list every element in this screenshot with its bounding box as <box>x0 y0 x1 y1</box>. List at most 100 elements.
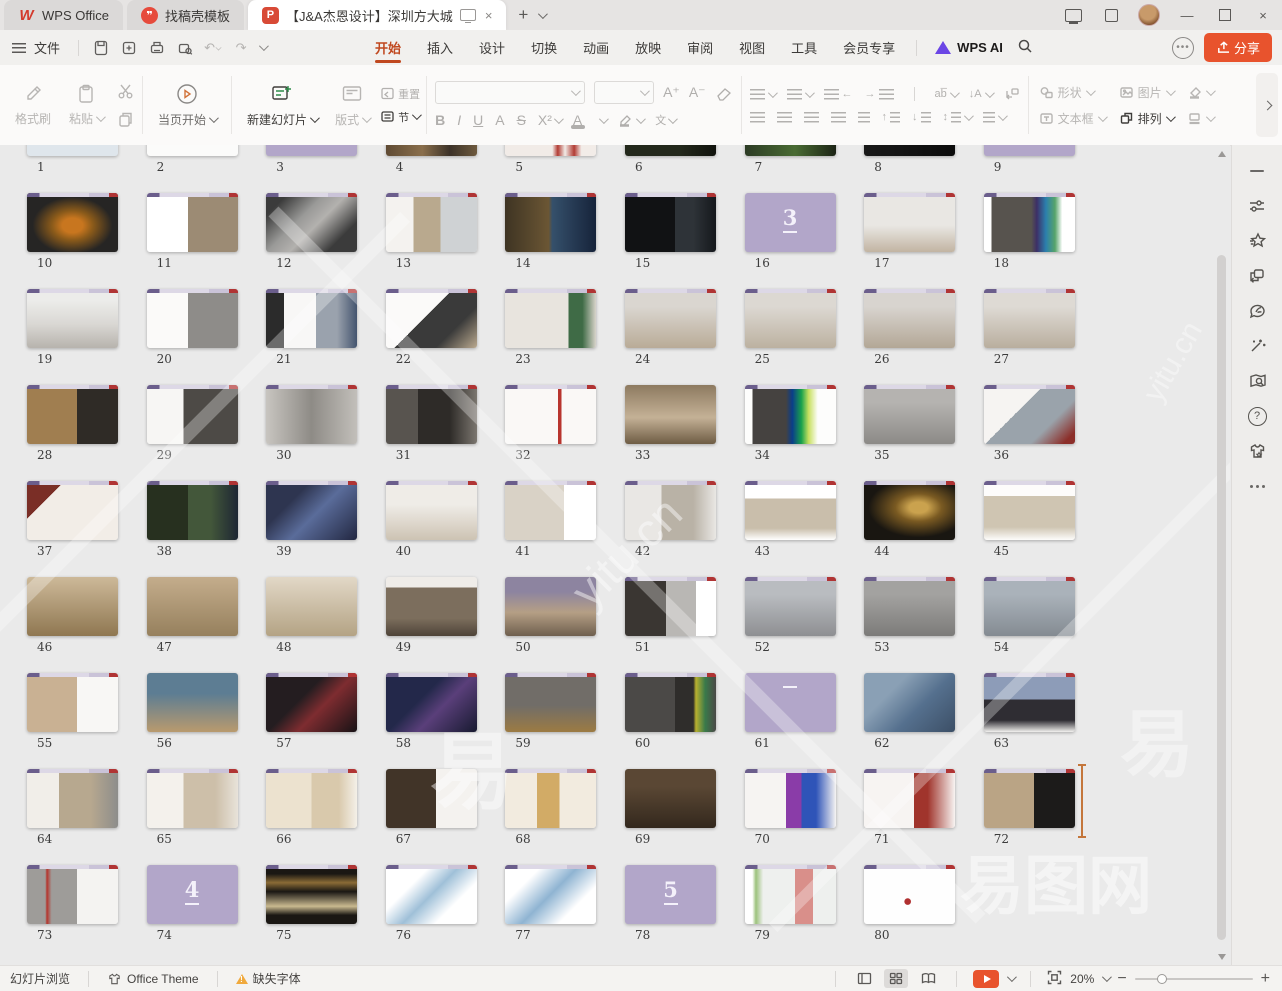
slide-thumbnail-18[interactable] <box>984 193 1075 252</box>
slide-thumbnail-63[interactable] <box>984 673 1075 732</box>
animation-pane-icon[interactable] <box>1247 266 1267 286</box>
search-icon[interactable] <box>1017 38 1033 57</box>
scroll-up-arrow-icon[interactable] <box>1218 151 1226 157</box>
close-button[interactable]: × <box>1244 0 1282 30</box>
zoom-level-label[interactable]: 20% <box>1070 972 1094 986</box>
increase-font-button[interactable]: A⁺ <box>663 84 680 101</box>
slide-thumbnail-8[interactable] <box>864 145 955 156</box>
reading-view-button[interactable] <box>916 969 940 988</box>
slide-thumbnail-20[interactable] <box>147 289 238 348</box>
cut-button[interactable] <box>114 82 136 100</box>
slide-thumbnail-39[interactable] <box>266 481 357 540</box>
slide-thumbnail-80[interactable] <box>864 865 955 924</box>
slide-thumbnail-19[interactable] <box>27 289 118 348</box>
slide-thumbnail-55[interactable] <box>27 673 118 732</box>
italic-button[interactable]: I <box>457 112 461 128</box>
slide-thumbnail-29[interactable] <box>147 385 238 444</box>
slide-thumbnail-42[interactable] <box>625 481 716 540</box>
slide-thumbnail-67[interactable] <box>386 769 477 828</box>
slide-thumbnail-34[interactable] <box>745 385 836 444</box>
slide-thumbnail-22[interactable] <box>386 289 477 348</box>
slide-thumbnail-65[interactable] <box>147 769 238 828</box>
slide-thumbnail-59[interactable] <box>505 673 596 732</box>
slide-thumbnail-72[interactable] <box>984 769 1075 828</box>
find-template-icon[interactable] <box>1247 371 1267 391</box>
tab-animation[interactable]: 动画 <box>570 30 622 65</box>
tab-wps-office[interactable]: W WPS Office <box>4 0 123 30</box>
slide-thumbnail-38[interactable] <box>147 481 238 540</box>
tab-review[interactable]: 审阅 <box>674 30 726 65</box>
slide-thumbnail-32[interactable] <box>505 385 596 444</box>
outline-style-button[interactable] <box>1187 110 1213 127</box>
slide-thumbnail-1[interactable] <box>27 145 118 156</box>
font-color-button[interactable]: A <box>573 111 606 129</box>
slide-sorter-view-button[interactable] <box>884 969 908 988</box>
skin-theme-icon[interactable] <box>1247 441 1267 461</box>
slide-thumbnail-30[interactable] <box>266 385 357 444</box>
slide-thumbnail-25[interactable] <box>745 289 836 348</box>
play-slideshow-button[interactable] <box>973 970 999 988</box>
tab-slideshow[interactable]: 放映 <box>622 30 674 65</box>
reset-button[interactable]: 重置 <box>380 86 420 102</box>
tab-insert[interactable]: 插入 <box>414 30 466 65</box>
align-center-button[interactable] <box>777 112 792 123</box>
slide-thumbnail-75[interactable] <box>266 865 357 924</box>
tab-tools[interactable]: 工具 <box>778 30 830 65</box>
missing-fonts-warning[interactable]: 缺失字体 <box>226 970 311 987</box>
picture-button[interactable]: 图片 <box>1119 84 1173 101</box>
slide-thumbnail-57[interactable] <box>266 673 357 732</box>
zoom-out-button[interactable]: − <box>1117 970 1126 988</box>
slide-thumbnail-70[interactable] <box>745 769 836 828</box>
arrange-button[interactable]: 排列 <box>1119 110 1173 127</box>
play-options-chevron-icon[interactable] <box>1007 972 1017 982</box>
slide-thumbnail-62[interactable] <box>864 673 955 732</box>
slide-thumbnail-43[interactable] <box>745 481 836 540</box>
new-tab-button[interactable]: + <box>518 5 528 25</box>
zoom-slider-knob[interactable] <box>1157 974 1167 984</box>
move-up-button[interactable]: ↑ <box>882 111 901 123</box>
slide-thumbnail-74[interactable]: 4 <box>147 865 238 924</box>
fit-to-window-button[interactable] <box>1047 970 1062 988</box>
smart-beautify-wand-icon[interactable] <box>1247 336 1267 356</box>
slide-thumbnail-56[interactable] <box>147 673 238 732</box>
distribute-button[interactable] <box>858 112 870 123</box>
wps-ai-button[interactable]: WPS AI <box>935 40 1003 55</box>
slide-thumbnail-49[interactable] <box>386 577 477 636</box>
help-icon[interactable]: ? <box>1247 406 1267 426</box>
clear-format-button[interactable] <box>715 85 733 101</box>
screen-cast-icon[interactable] <box>1054 0 1092 30</box>
numbered-list-button[interactable] <box>787 89 812 100</box>
save-icon[interactable] <box>90 37 112 59</box>
normal-view-button[interactable] <box>852 969 876 988</box>
decrease-font-button[interactable]: A⁻ <box>689 84 706 101</box>
slide-thumbnail-16[interactable]: 3 <box>745 193 836 252</box>
slide-thumbnail-28[interactable] <box>27 385 118 444</box>
undo-icon[interactable]: ↶ <box>202 37 224 59</box>
tab-member[interactable]: 会员专享 <box>830 30 908 65</box>
slide-thumbnail-66[interactable] <box>266 769 357 828</box>
slide-thumbnail-10[interactable] <box>27 193 118 252</box>
superscript-button[interactable]: X² <box>538 112 561 128</box>
slide-thumbnail-4[interactable] <box>386 145 477 156</box>
present-to-screen-icon[interactable] <box>460 9 476 21</box>
bullet-list-button[interactable] <box>750 89 775 100</box>
export-icon[interactable] <box>118 37 140 59</box>
tab-list-chevron-icon[interactable] <box>538 9 548 19</box>
slide-thumbnail-77[interactable] <box>505 865 596 924</box>
shapes-button[interactable]: 形状 <box>1039 84 1105 101</box>
text-direction-button[interactable]: ab̅ <box>935 88 957 100</box>
zoom-chevron-icon[interactable] <box>1102 972 1112 982</box>
slide-thumbnail-27[interactable] <box>984 289 1075 348</box>
slide-thumbnail-61[interactable] <box>745 673 836 732</box>
slide-thumbnail-26[interactable] <box>864 289 955 348</box>
slide-thumbnail-79[interactable] <box>745 865 836 924</box>
slide-thumbnail-13[interactable] <box>386 193 477 252</box>
share-button[interactable]: 分享 <box>1204 33 1272 62</box>
line-spacing-button[interactable]: ↕ <box>943 111 972 123</box>
slide-thumbnail-41[interactable] <box>505 481 596 540</box>
minimize-button[interactable]: — <box>1168 0 1206 30</box>
format-painter-button[interactable]: 格式刷 <box>6 73 60 137</box>
slide-thumbnail-31[interactable] <box>386 385 477 444</box>
slide-sorter-canvas[interactable]: 1234567891011121314153161718192021222324… <box>0 145 1230 966</box>
collapse-sidebar-button[interactable] <box>1247 161 1267 181</box>
